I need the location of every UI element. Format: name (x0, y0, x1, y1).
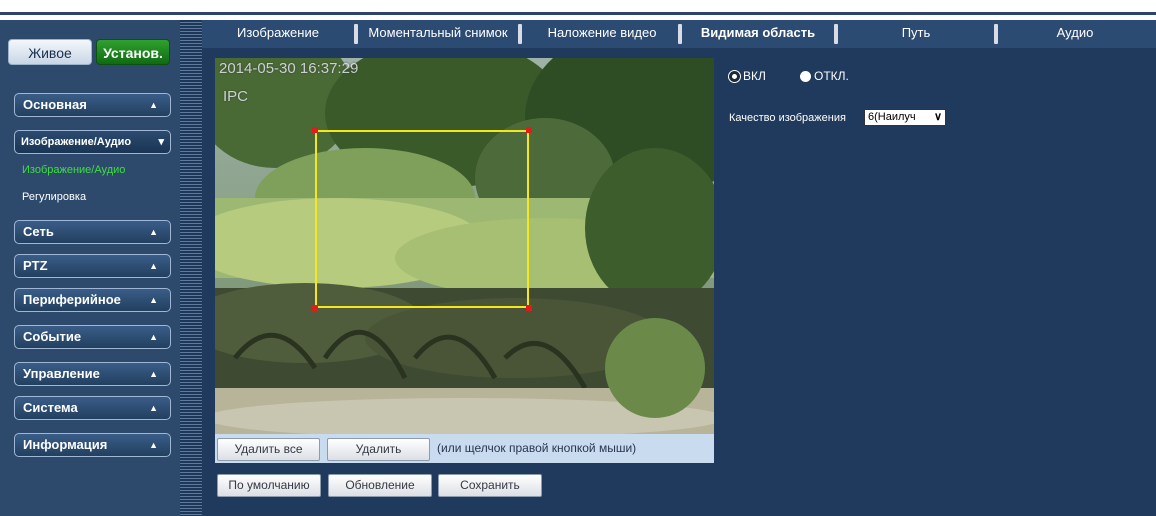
submenu-image-audio[interactable]: Изображение/Аудио (22, 164, 125, 176)
tab-video-overlay[interactable]: Наложение видео (522, 20, 682, 48)
refresh-button[interactable]: Обновление (328, 474, 432, 497)
delete-button[interactable]: Удалить (327, 438, 430, 461)
delete-all-button[interactable]: Удалить все (217, 438, 320, 461)
menu-basic-label: Основная (23, 97, 87, 112)
osd-timestamp: 2014-05-30 16:37:29 (219, 60, 359, 77)
sidebar: Живое Установ. Основная ▲ Изображение/Ау… (0, 20, 180, 516)
menu-management-label: Управление (23, 366, 100, 381)
roi-off-label: ОТКЛ. (814, 69, 849, 83)
menu-image-audio[interactable]: Изображение/Аудио ▾ (14, 130, 171, 154)
menu-network[interactable]: Сеть ▲ (14, 220, 171, 244)
arrow-up-icon: ▲ (149, 261, 158, 271)
menu-event-label: Событие (23, 329, 82, 344)
arrow-down-icon: ▾ (158, 136, 164, 148)
menu-information[interactable]: Информация ▲ (14, 433, 171, 457)
tab-audio[interactable]: Аудио (998, 20, 1152, 48)
chevron-down-icon: ∨ (933, 111, 942, 123)
arrow-up-icon: ▲ (149, 295, 158, 305)
submenu-adjustment[interactable]: Регулировка (22, 191, 86, 203)
tab-image[interactable]: Изображение (202, 20, 354, 48)
resize-handle[interactable] (312, 127, 318, 133)
arrow-up-icon: ▲ (149, 100, 158, 110)
menu-ptz[interactable]: PTZ ▲ (14, 254, 171, 278)
menu-ptz-label: PTZ (23, 258, 48, 273)
arrow-up-icon: ▲ (149, 369, 158, 379)
image-quality-label: Качество изображения (729, 112, 846, 124)
arrow-up-icon: ▲ (149, 403, 158, 413)
arrow-up-icon: ▲ (149, 332, 158, 342)
menu-basic[interactable]: Основная ▲ (14, 93, 171, 117)
delete-hint: (или щелчок правой кнопкой мыши) (437, 441, 637, 455)
roi-on-label: ВКЛ (743, 69, 766, 83)
roi-region-box[interactable] (315, 130, 529, 308)
region-toolbar: Удалить все Удалить (или щелчок правой к… (215, 434, 714, 463)
tab-bar: Изображение Моментальный снимок Наложени… (202, 20, 1156, 48)
tab-snapshot[interactable]: Моментальный снимок (358, 20, 518, 48)
arrow-up-icon: ▲ (149, 227, 158, 237)
roi-off-radio-icon[interactable] (800, 71, 811, 82)
arrow-up-icon: ▲ (149, 440, 158, 450)
menu-network-label: Сеть (23, 224, 54, 239)
image-quality-value: 6(Наилуч (868, 111, 916, 123)
live-mode-button[interactable]: Живое (8, 39, 92, 65)
save-button[interactable]: Сохранить (438, 474, 542, 497)
sidebar-divider (180, 20, 202, 516)
resize-handle[interactable] (312, 305, 318, 311)
menu-information-label: Информация (23, 437, 108, 452)
menu-peripheral-label: Периферийное (23, 292, 121, 307)
menu-image-audio-label: Изображение/Аудио (21, 136, 132, 148)
tab-path[interactable]: Путь (838, 20, 994, 48)
tab-roi[interactable]: Видимая область (682, 20, 834, 48)
menu-peripheral[interactable]: Периферийное ▲ (14, 288, 171, 312)
top-banner (0, 0, 1156, 20)
default-button[interactable]: По умолчанию (217, 474, 321, 497)
setup-mode-button[interactable]: Установ. (96, 39, 170, 65)
image-quality-select[interactable]: 6(Наилуч ∨ (864, 109, 946, 126)
roi-on-radio-icon[interactable] (729, 71, 740, 82)
menu-event[interactable]: Событие ▲ (14, 325, 171, 349)
resize-handle[interactable] (526, 305, 532, 311)
menu-management[interactable]: Управление ▲ (14, 362, 171, 386)
top-divider (0, 12, 1156, 15)
menu-system-label: Система (23, 400, 78, 415)
resize-handle[interactable] (526, 127, 532, 133)
osd-channel-name: IPC (223, 88, 249, 105)
app-window: Живое Установ. Основная ▲ Изображение/Ау… (0, 0, 1156, 516)
menu-system[interactable]: Система ▲ (14, 396, 171, 420)
